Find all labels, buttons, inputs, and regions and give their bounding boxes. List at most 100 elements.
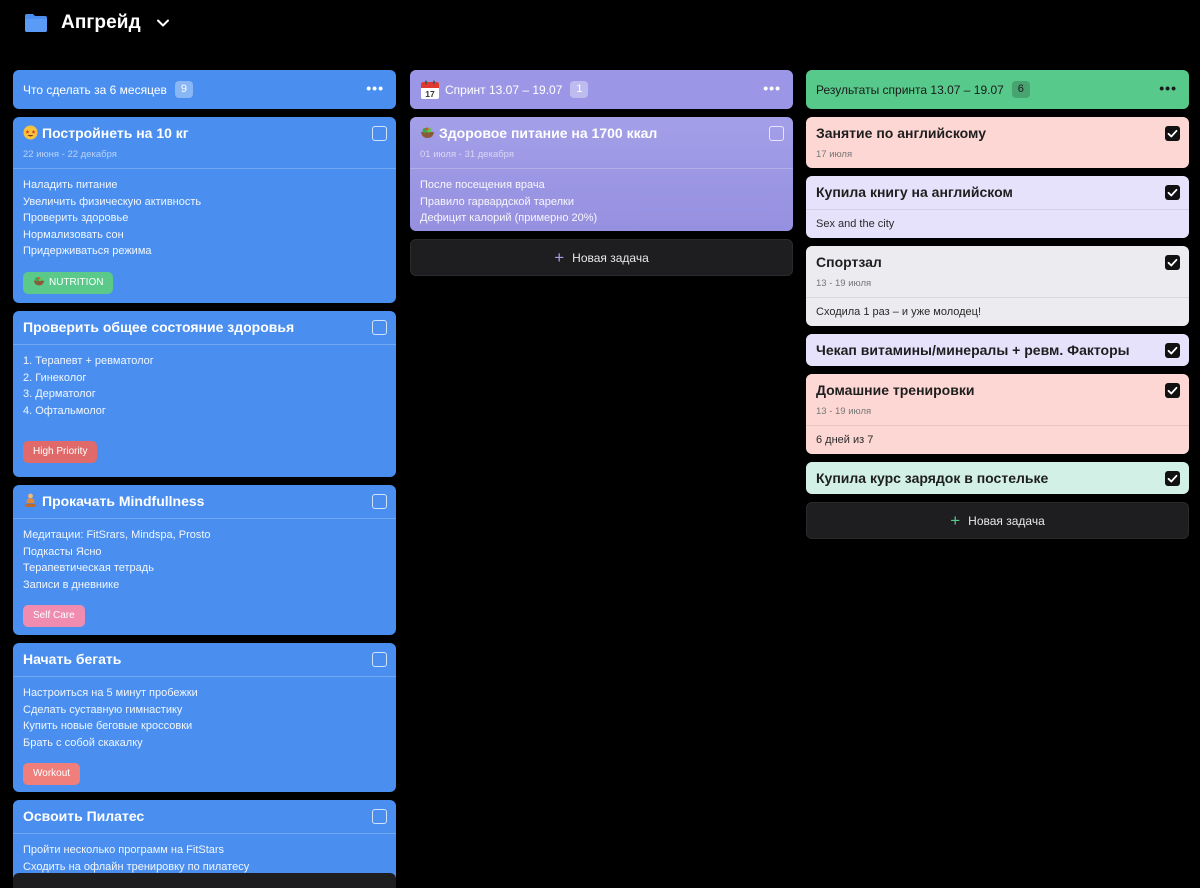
task-card[interactable]: Постройнеть на 10 кг 22 июня - 22 декабр… [13,117,396,303]
card-line: Настроиться на 5 минут пробежки [23,687,198,699]
card-title: Занятие по английскому [816,125,986,141]
tag-high-priority[interactable]: High Priority [23,441,98,463]
card-line: Правило гарвардской тарелки [420,195,575,208]
card-body: Sex and the city [816,218,895,230]
task-checkbox[interactable] [372,320,387,335]
task-card[interactable]: Проверить общее состояние здоровья 1. Те… [13,311,396,477]
card-line: Подкасты Ясно [23,545,102,558]
board-header: Апгрейд [24,10,171,36]
new-task-button[interactable]: + Новая задача [806,502,1189,539]
more-icon[interactable]: ••• [763,81,781,95]
card-title: Начать бегать [23,651,122,667]
checked-checkbox-icon[interactable] [1165,255,1180,270]
task-card-done[interactable]: Занятие по английскому 17 июля [806,117,1189,168]
board-title[interactable]: Апгрейд [61,12,141,34]
card-date: 13 - 19 июля [816,278,872,289]
column-sprint: 17 Спринт 13.07 – 19.07 1 ••• Здоровое п… [410,70,793,276]
more-icon[interactable]: ••• [366,81,384,95]
card-line: 3. Дерматолог [23,388,96,400]
card-line: Придерживаться режима [23,245,152,257]
plus-icon: + [554,248,565,267]
salad-icon [33,276,45,285]
card-title: Освоить Пилатес [23,808,145,824]
new-task-button-partial[interactable] [13,873,396,888]
calendar-icon: 17 [421,80,439,99]
card-title: Проверить общее состояние здоровья [23,319,295,335]
checked-checkbox-icon[interactable] [1165,343,1180,358]
card-line: Сделать суставную гимнастику [23,703,183,716]
card-line: 2. Гинеколог [23,371,87,384]
new-task-button[interactable]: + Новая задача [410,239,793,276]
card-line: Записи в дневнике [23,578,120,591]
card-line: Купить новые беговые кроссовки [23,720,193,732]
card-title: Домашние тренировки [816,382,975,398]
task-card[interactable]: Прокачать Mindfullness Медитации: FitSra… [13,485,396,635]
card-title: Постройнеть на 10 кг [42,125,189,141]
card-line: Увеличить физическую активность [23,195,202,208]
card-title: Купила книгу на английском [816,184,1013,200]
card-body: 6 дней из 7 [816,434,874,446]
plus-icon: + [950,511,961,530]
card-title: Спортзал [816,254,882,270]
card-date: 22 июня - 22 декабря [23,149,117,160]
card-line: Пройти несколько программ на FitStars [23,844,225,856]
more-icon[interactable]: ••• [1159,81,1177,95]
card-line: После посещения врача [420,179,545,191]
card-line: Проверить здоровье [23,212,129,224]
task-card-done[interactable]: Чекап витамины/минералы + ревм. Факторы [806,334,1189,366]
tag-workout[interactable]: Workout [23,763,81,785]
card-date: 13 - 19 июля [816,406,872,417]
count-badge: 1 [570,81,589,98]
svg-text:17: 17 [425,89,435,99]
card-date: 17 июля [816,149,853,160]
task-card-done[interactable]: Купила книгу на английском Sex and the c… [806,176,1189,238]
card-line: Брать с собой скакалку [23,736,143,749]
column-sprint-results: Результаты спринта 13.07 – 19.07 6 ••• З… [806,70,1189,539]
chevron-down-icon[interactable] [155,15,171,31]
column-title: Спринт 13.07 – 19.07 [445,82,563,97]
task-checkbox[interactable] [372,809,387,824]
star-struck-emoji-icon [23,125,38,140]
salad-icon [421,127,434,138]
tag-self-care[interactable]: Self Care [23,605,85,627]
card-line: Дефицит калорий (примерно 20%) [420,212,598,224]
checked-checkbox-icon[interactable] [1165,126,1180,141]
task-checkbox[interactable] [769,126,784,141]
task-card[interactable]: Здоровое питание на 1700 ккал 01 июля - … [410,117,793,231]
card-line: Медитации: FitSrars, Mindspa, Prosto [23,529,211,541]
folder-icon [25,14,47,32]
task-checkbox[interactable] [372,494,387,509]
task-card-done[interactable]: Купила курс зарядок в постельке [806,462,1189,494]
card-title: Здоровое питание на 1700 ккал [439,125,658,141]
checked-checkbox-icon[interactable] [1165,471,1180,486]
column-title: Результаты спринта 13.07 – 19.07 [816,82,1004,97]
card-line: Терапевтическая тетрадь [23,562,154,574]
count-badge: 6 [1011,81,1030,98]
card-line: 1. Терапевт + ревматолог [23,355,154,367]
task-checkbox[interactable] [372,126,387,141]
card-body: Сходила 1 раз – и уже молодец! [816,306,982,318]
column-header[interactable]: 17 Спринт 13.07 – 19.07 1 ••• [410,70,793,109]
card-line: Нормализовать сон [23,228,124,241]
task-card[interactable]: Освоить Пилатес Пройти несколько програм… [13,800,396,878]
checked-checkbox-icon[interactable] [1165,383,1180,398]
task-card-done[interactable]: Спортзал 13 - 19 июля Сходила 1 раз – и … [806,246,1189,326]
task-card[interactable]: Начать бегать Настроиться на 5 минут про… [13,643,396,792]
task-checkbox[interactable] [372,652,387,667]
tag-label: NUTRITION [49,276,104,288]
checked-checkbox-icon[interactable] [1165,185,1180,200]
tag-nutrition[interactable]: NUTRITION [23,271,114,294]
column-six-months: Что сделать за 6 месяцев 9 ••• Постройне… [13,70,396,878]
card-title: Прокачать Mindfullness [42,493,205,509]
new-task-label: Новая задача [572,250,649,265]
card-line: 4. Офтальмолог [23,404,106,417]
task-card-done[interactable]: Домашние тренировки 13 - 19 июля 6 дней … [806,374,1189,454]
count-badge: 9 [174,81,193,98]
card-title: Чекап витамины/минералы + ревм. Факторы [816,342,1130,358]
new-task-label: Новая задача [968,513,1045,528]
card-date: 01 июля - 31 декабря [420,149,515,160]
column-header[interactable]: Результаты спринта 13.07 – 19.07 6 ••• [806,70,1189,109]
card-line: Наладить питание [23,179,118,191]
card-title: Купила курс зарядок в постельке [816,470,1049,486]
column-header[interactable]: Что сделать за 6 месяцев 9 ••• [13,70,396,109]
